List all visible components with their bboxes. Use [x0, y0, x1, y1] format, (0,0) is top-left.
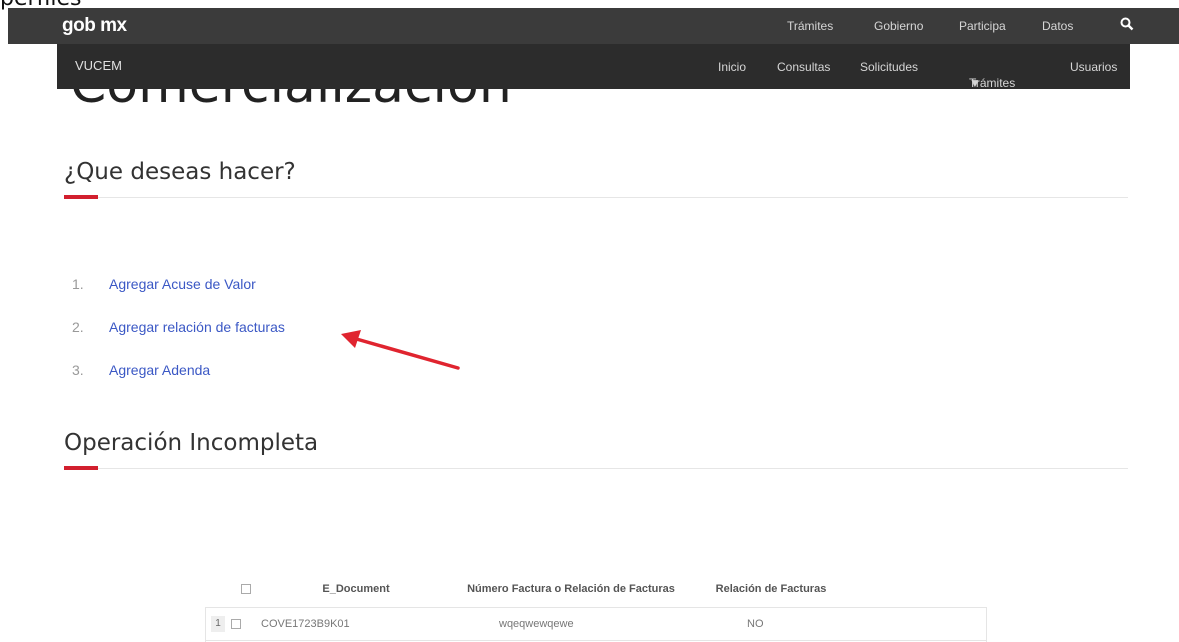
col-header-e-document[interactable]: E_Document: [261, 571, 451, 608]
gobmx-logo[interactable]: gob mx: [62, 15, 127, 37]
col-header-numero-factura[interactable]: Número Factura o Relación de Facturas: [451, 571, 691, 608]
nav-consultas[interactable]: Consultas: [777, 60, 830, 74]
cell-numero-factura: wqeqwewqewe: [499, 618, 574, 630]
top-nav-datos[interactable]: Datos: [1042, 19, 1073, 33]
section-accent-bar: [64, 466, 98, 470]
top-navbar: gob mx Trámites Gobierno Participa Datos: [8, 8, 1179, 44]
vucem-navbar: VUCEM Inicio Consultas Solicitudes Trámi…: [57, 44, 1130, 90]
list-number: 1.: [72, 276, 84, 292]
table-header-row: E_Document Número Factura o Relación de …: [205, 571, 987, 608]
link-agregar-adenda[interactable]: Agregar Adenda: [109, 362, 210, 378]
red-annotation-arrow: [341, 330, 460, 370]
top-nav-participa[interactable]: Participa: [959, 19, 1006, 33]
cell-relacion-facturas: NO: [747, 618, 764, 630]
select-all-cell: [231, 571, 261, 608]
caret-down-icon: ▼: [969, 76, 981, 90]
list-number: 2.: [72, 319, 84, 335]
search-icon[interactable]: [1119, 16, 1135, 37]
row-number: 1: [211, 616, 225, 632]
link-agregar-acuse-de-valor[interactable]: Agregar Acuse de Valor: [109, 276, 256, 292]
table-row[interactable]: 1 COVE1723B9K01 wqeqwewqewe NO: [205, 607, 987, 641]
section-accent-bar: [64, 195, 98, 199]
list-item: 2. Agregar relación de facturas: [72, 319, 285, 335]
list-number: 3.: [72, 362, 84, 378]
nav-solicitudes[interactable]: Solicitudes: [860, 60, 918, 74]
incomplete-operations-table: E_Document Número Factura o Relación de …: [205, 571, 987, 641]
section-title-que-deseas: ¿Que deseas hacer?: [64, 159, 296, 185]
col-header-relacion-facturas[interactable]: Relación de Facturas: [691, 571, 851, 608]
section-title-operacion-incompleta: Operación Incompleta: [64, 430, 319, 456]
cell-e-document: COVE1723B9K01: [261, 618, 350, 630]
nav-usuarios[interactable]: Usuarios: [1070, 60, 1117, 74]
top-nav-tramites[interactable]: Trámites: [787, 19, 833, 33]
vucem-brand[interactable]: VUCEM: [75, 58, 122, 73]
select-all-checkbox[interactable]: [241, 584, 251, 595]
list-item: 1. Agregar Acuse de Valor: [72, 276, 256, 292]
row-checkbox[interactable]: [231, 619, 241, 630]
link-agregar-relacion-de-facturas[interactable]: Agregar relación de facturas: [109, 319, 285, 335]
section-divider: [64, 468, 1128, 469]
list-item: 3. Agregar Adenda: [72, 362, 210, 378]
top-nav-gobierno[interactable]: Gobierno: [874, 19, 923, 33]
section-divider: [64, 197, 1128, 198]
nav-inicio[interactable]: Inicio: [718, 60, 746, 74]
